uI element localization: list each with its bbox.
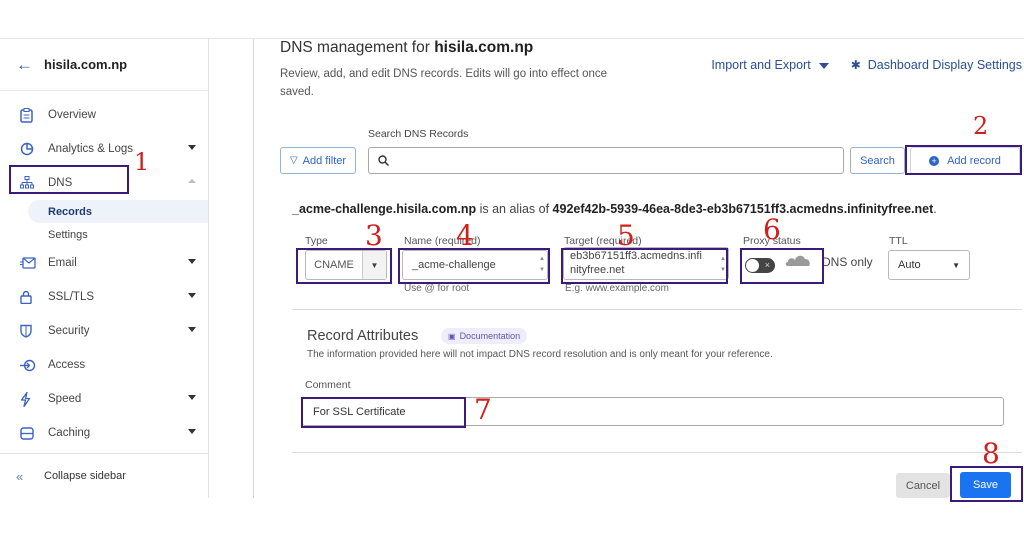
annotation-box-7 (301, 397, 466, 428)
search-input[interactable] (368, 147, 844, 174)
annotation-box-1 (9, 165, 129, 194)
ttl-value: Auto (898, 259, 921, 271)
dashboard-display-settings-link[interactable]: ✱ Dashboard Display Settings (851, 58, 1022, 72)
annotation-number-8: 8 (982, 437, 1000, 470)
shield-icon (20, 324, 48, 338)
email-icon (20, 257, 48, 269)
record-attributes-description: The information provided here will not i… (307, 349, 773, 360)
page-title: DNS management for hisila.com.np (280, 39, 533, 57)
name-hint: Use @ for root (404, 283, 470, 294)
chevron-down-icon[interactable] (188, 327, 196, 332)
collapse-sidebar-button[interactable]: « Collapse sidebar (0, 453, 208, 498)
filter-icon: ▽ (289, 155, 298, 166)
target-hint: E.g. www.example.com (565, 283, 669, 294)
access-icon (20, 359, 48, 372)
import-export-dropdown[interactable]: Import and Export (711, 58, 829, 72)
alias-name: _acme-challenge.hisila.com.np (292, 202, 477, 216)
annotation-number-7: 7 (474, 393, 492, 426)
main-content: DNS management for hisila.com.np Review,… (255, 39, 1024, 538)
sidebar-item-label: SSL/TLS (48, 291, 95, 303)
sidebar-item-label: Access (48, 359, 86, 371)
chevron-down-icon[interactable] (188, 395, 196, 400)
footer-divider (292, 452, 1022, 453)
annotation-box-8 (950, 466, 1023, 502)
chevron-down-icon: ▼ (952, 260, 960, 270)
alias-mid: is an alias of (476, 202, 553, 216)
proxy-status-text: DNS only (822, 255, 873, 269)
lock-icon (20, 290, 48, 304)
ttl-label: TTL (889, 235, 908, 247)
book-icon: ▣ (448, 331, 456, 341)
cancel-button[interactable]: Cancel (896, 473, 950, 498)
annotation-number-2: 2 (973, 112, 989, 140)
sidebar-domain: hisila.com.np (44, 57, 128, 72)
chevron-up-icon[interactable] (188, 179, 196, 183)
pie-chart-icon (20, 142, 48, 156)
sidebar-item-label: Overview (48, 109, 96, 121)
chevron-down-icon[interactable] (188, 259, 196, 264)
documentation-label: Documentation (459, 331, 521, 341)
arrow-left-icon[interactable]: ← (16, 55, 44, 75)
documentation-link[interactable]: ▣ Documentation (441, 328, 528, 344)
sidebar-item-speed[interactable]: Speed (0, 382, 208, 416)
sidebar-header: ← hisila.com.np (0, 39, 208, 91)
sidebar-item-ssl-tls[interactable]: SSL/TLS (0, 280, 208, 314)
chevron-down-icon[interactable] (188, 145, 196, 150)
record-attributes-title: Record Attributes (307, 328, 419, 344)
annotation-number-1: 1 (134, 148, 150, 176)
sidebar-gutter (209, 39, 254, 498)
sidebar-item-overview[interactable]: Overview (0, 98, 208, 132)
chevron-down-icon[interactable] (188, 293, 196, 298)
search-icon (378, 155, 389, 166)
sidebar-item-analytics[interactable]: Analytics & Logs (0, 132, 208, 166)
search-button[interactable]: Search (850, 147, 905, 174)
sidebar-item-label: Analytics & Logs (48, 143, 134, 155)
annotation-number-3: 3 (365, 219, 383, 252)
annotation-box-6 (740, 248, 824, 284)
sidebar-item-label: Email (48, 257, 77, 269)
clipboard-icon (20, 107, 48, 123)
annotation-box-5 (561, 248, 728, 284)
annotation-box-3 (296, 248, 392, 284)
annotation-box-4 (398, 248, 550, 284)
double-chevron-left-icon: « (16, 468, 24, 484)
page-title-prefix: DNS management for (280, 39, 435, 56)
sidebar-item-security[interactable]: Security (0, 314, 208, 348)
lightning-icon (20, 391, 48, 407)
page-subtitle: Review, add, and edit DNS records. Edits… (280, 68, 608, 98)
alias-target: 492ef42b-5939-46ea-8de3-eb3b67151ff3.acm… (552, 202, 934, 216)
annotation-number-5: 5 (617, 219, 635, 252)
sidebar-item-label: Security (48, 325, 90, 337)
gear-icon: ✱ (850, 58, 861, 72)
annotation-number-4: 4 (456, 219, 474, 252)
collapse-sidebar-label: Collapse sidebar (44, 470, 126, 482)
header-links: Import and Export ✱ Dashboard Display Set… (711, 58, 1022, 72)
comment-label: Comment (305, 379, 351, 391)
sidebar-item-label: Caching (48, 427, 91, 439)
section-divider (292, 309, 1022, 310)
search-label: Search DNS Records (368, 128, 469, 140)
type-label: Type (305, 235, 328, 247)
annotation-number-6: 6 (763, 213, 781, 246)
caret-down-icon (818, 62, 829, 69)
alias-description: _acme-challenge.hisila.com.np is an alia… (292, 202, 937, 216)
import-export-label: Import and Export (711, 58, 811, 72)
chevron-down-icon[interactable] (188, 429, 196, 434)
sidebar-item-access[interactable]: Access (0, 348, 208, 382)
sidebar-item-email[interactable]: Email (0, 246, 208, 280)
sidebar-item-label: Speed (48, 393, 82, 405)
sidebar-subitem-records[interactable]: Records (28, 200, 208, 223)
ttl-select[interactable]: Auto ▼ (888, 250, 970, 280)
display-settings-label: Dashboard Display Settings (867, 58, 1022, 72)
sidebar-subitem-settings[interactable]: Settings (0, 223, 208, 246)
server-icon (20, 426, 48, 440)
sidebar: ← hisila.com.np Overview Analytics & Log… (0, 39, 209, 498)
add-filter-label: Add filter (302, 154, 347, 167)
annotation-box-2 (905, 145, 1022, 175)
sidebar-item-caching[interactable]: Caching (0, 416, 208, 450)
alias-end: . (933, 202, 937, 216)
page-title-domain: hisila.com.np (434, 39, 534, 56)
add-filter-button[interactable]: ▽ Add filter (280, 147, 356, 174)
